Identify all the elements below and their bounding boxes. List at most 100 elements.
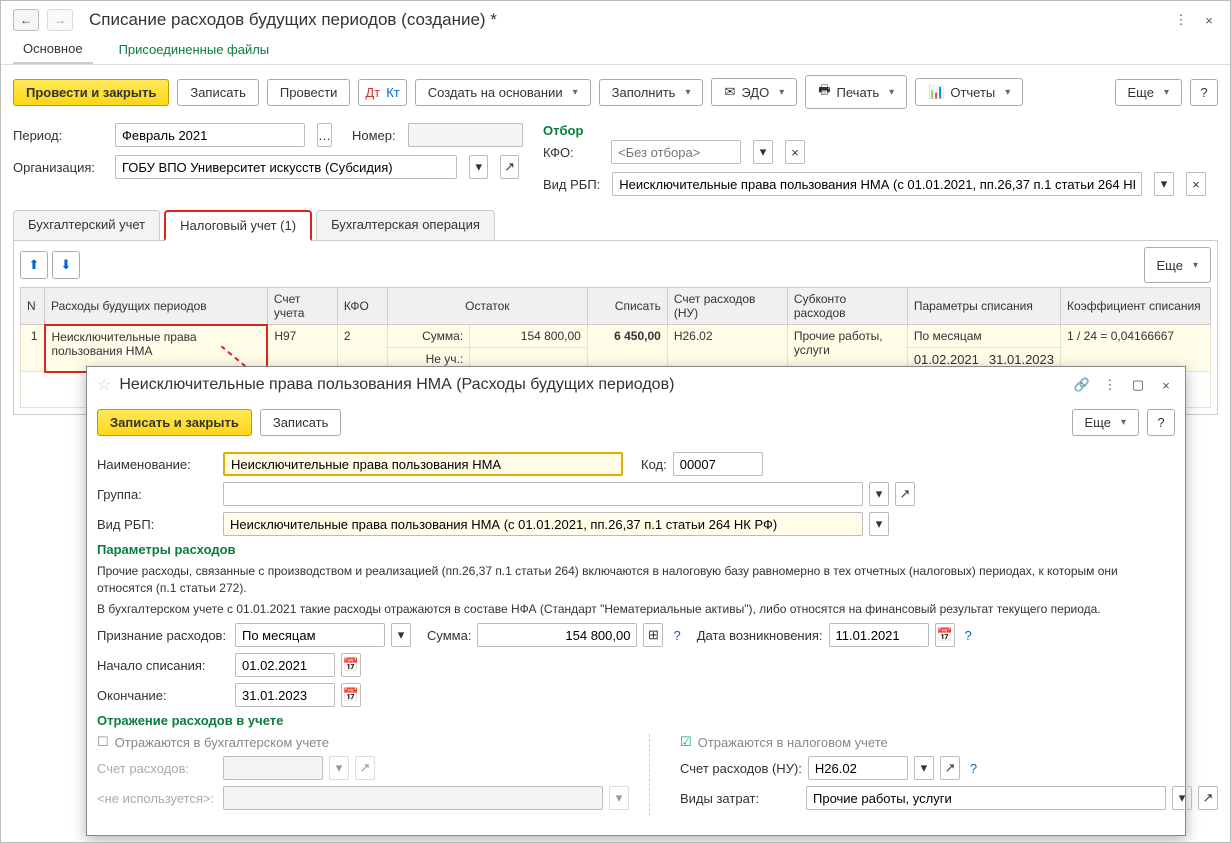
kfo-dropdown-button[interactable]: ▾ (753, 140, 773, 164)
period-input[interactable] (115, 123, 305, 147)
group-open-button[interactable]: ↗ (895, 482, 915, 506)
col-acc[interactable]: Счет учета (267, 288, 337, 325)
help-icon[interactable]: ? (673, 628, 680, 643)
col-costacc[interactable]: Счет расходов (НУ) (667, 288, 787, 325)
number-input[interactable] (408, 123, 523, 147)
popup-title: Неисключительные права пользования НМА (… (119, 376, 674, 394)
occdate-cal-button[interactable]: 📅 (935, 623, 955, 647)
kebab-icon[interactable]: ⋮ (1172, 11, 1190, 29)
help-icon[interactable]: ? (970, 761, 977, 776)
col-param[interactable]: Параметры списания (907, 288, 1060, 325)
post-and-close-button[interactable]: Провести и закрыть (13, 79, 169, 106)
col-wr[interactable]: Списать (587, 288, 667, 325)
subnav-files[interactable]: Присоединенные файлы (109, 36, 280, 63)
rbp-input[interactable] (223, 512, 863, 536)
cell-sub: Прочие работы, услуги (787, 325, 907, 372)
popup-help-button[interactable]: ? (1147, 409, 1175, 436)
sum-label: Сумма: (427, 628, 471, 643)
help-icon[interactable]: ? (965, 628, 972, 643)
col-rbp[interactable]: Расходы будущих периодов (45, 288, 268, 325)
print-button[interactable]: 🖶Печать (805, 75, 907, 109)
tab-accounting[interactable]: Бухгалтерский учет (13, 210, 160, 240)
notused-dropdown-button: ▾ (609, 786, 629, 810)
kfo-clear-button[interactable]: × (785, 140, 805, 164)
dtkt-button[interactable]: ДтКт (358, 79, 406, 106)
popup-save-button[interactable]: Записать (260, 409, 342, 436)
kfo-input[interactable] (611, 140, 741, 164)
end-input[interactable] (235, 683, 335, 707)
sum-calc-button[interactable]: ⊞ (643, 623, 663, 647)
group-input[interactable] (223, 482, 863, 506)
more-button[interactable]: Еще (1115, 79, 1182, 106)
cell-costacc: Н26.02 (667, 325, 787, 372)
acc-label: Счет расходов: (97, 761, 217, 776)
rbp-type-clear-button[interactable]: × (1186, 172, 1206, 196)
edo-button[interactable]: ✉ЭДО (711, 78, 797, 106)
popup-save-close-button[interactable]: Записать и закрыть (97, 409, 252, 436)
grid-more-button[interactable]: Еще (1144, 247, 1211, 283)
sum-input[interactable] (477, 623, 637, 647)
costtype-open-button[interactable]: ↗ (1198, 786, 1218, 810)
recog-dropdown-button[interactable]: ▾ (391, 623, 411, 647)
start-label: Начало списания: (97, 658, 229, 673)
arrow-down-icon: ⬇ (61, 257, 72, 273)
rbp-label: Вид РБП: (97, 517, 217, 532)
subnav-main[interactable]: Основное (13, 35, 93, 64)
row-up-button[interactable]: ⬆ (20, 251, 48, 279)
kebab-icon[interactable]: ⋮ (1101, 376, 1119, 394)
code-input[interactable] (673, 452, 763, 476)
costtype-dropdown-button[interactable]: ▾ (1172, 786, 1192, 810)
accnu-label: Счет расходов (НУ): (680, 761, 802, 776)
arrow-up-icon: ⬆ (29, 257, 40, 273)
accnu-input[interactable] (808, 756, 908, 780)
help-button[interactable]: ? (1190, 79, 1218, 106)
recog-input[interactable] (235, 623, 385, 647)
save-button[interactable]: Записать (177, 79, 259, 106)
cell-n: 1 (21, 325, 45, 372)
start-cal-button[interactable]: 📅 (341, 653, 361, 677)
close-icon[interactable]: × (1200, 11, 1218, 29)
fill-button[interactable]: Заполнить (599, 79, 704, 106)
close-icon[interactable]: × (1157, 376, 1175, 394)
maximize-icon[interactable]: ▢ (1129, 376, 1147, 394)
name-input[interactable] (223, 452, 623, 476)
reports-button[interactable]: 📊Отчеты (915, 78, 1023, 106)
col-kfo[interactable]: КФО (337, 288, 387, 325)
rbp-type-input[interactable] (612, 172, 1142, 196)
occdate-input[interactable] (829, 623, 929, 647)
link-icon[interactable]: 🔗 (1073, 376, 1091, 394)
star-icon[interactable]: ☆ (97, 375, 111, 395)
code-label: Код: (641, 457, 667, 472)
org-dropdown-button[interactable]: ▾ (469, 155, 488, 179)
org-label: Организация: (13, 160, 103, 175)
nav-back-button[interactable]: ← (13, 9, 39, 31)
accnu-open-button[interactable]: ↗ (940, 756, 960, 780)
create-based-button[interactable]: Создать на основании (415, 79, 591, 106)
accnu-dropdown-button[interactable]: ▾ (914, 756, 934, 780)
rbp-type-dropdown-button[interactable]: ▾ (1154, 172, 1174, 196)
tab-tax[interactable]: Налоговый учет (1) (164, 210, 312, 241)
col-coef[interactable]: Коэффициент списания (1061, 288, 1211, 325)
name-label: Наименование: (97, 457, 217, 472)
kfo-label: КФО: (543, 145, 599, 160)
acc-open-button: ↗ (355, 756, 375, 780)
end-cal-button[interactable]: 📅 (341, 683, 361, 707)
costtype-label: Виды затрат: (680, 791, 800, 806)
cell-rbp[interactable]: Неисключительные права пользования НМА (45, 325, 268, 372)
table-row[interactable]: 1 Неисключительные права пользования НМА… (21, 325, 1211, 348)
tab-operation[interactable]: Бухгалтерская операция (316, 210, 495, 240)
rbp-dropdown-button[interactable]: ▾ (869, 512, 889, 536)
period-picker-button[interactable]: … (317, 123, 332, 147)
post-button[interactable]: Провести (267, 79, 351, 106)
group-dropdown-button[interactable]: ▾ (869, 482, 889, 506)
col-rest[interactable]: Остаток (387, 288, 587, 325)
start-input[interactable] (235, 653, 335, 677)
col-n[interactable]: N (21, 288, 45, 325)
popup-more-button[interactable]: Еще (1072, 409, 1139, 436)
col-sub[interactable]: Субконто расходов (787, 288, 907, 325)
costtype-input[interactable] (806, 786, 1166, 810)
org-input[interactable] (115, 155, 457, 179)
nav-forward-button[interactable]: → (47, 9, 73, 31)
org-open-button[interactable]: ↗ (500, 155, 519, 179)
row-down-button[interactable]: ⬇ (52, 251, 80, 279)
